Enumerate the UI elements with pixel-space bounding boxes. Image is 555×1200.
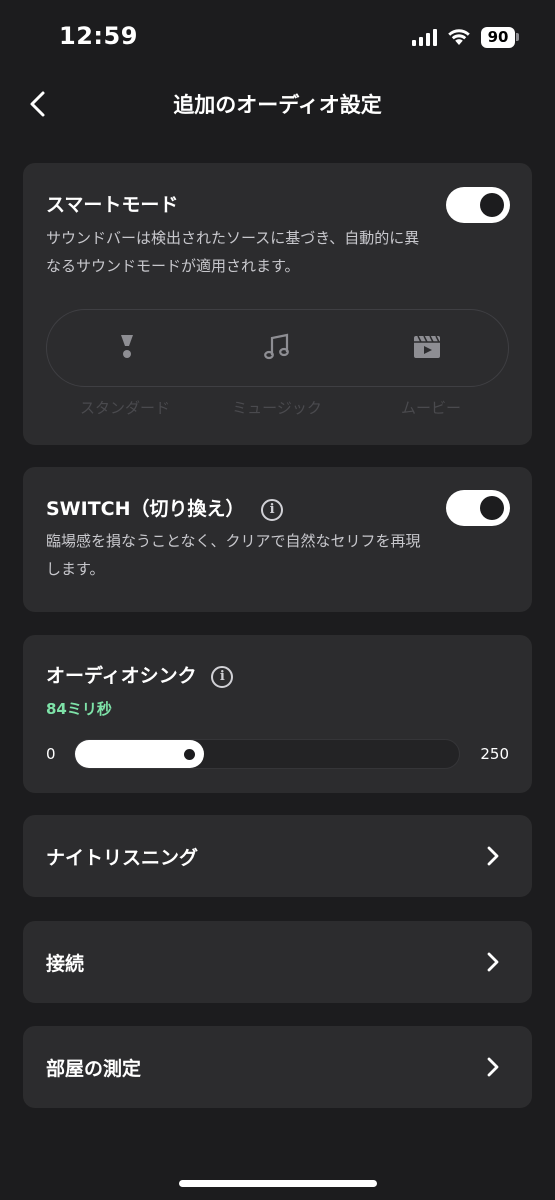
music-note-icon[interactable]: [262, 332, 292, 362]
chevron-right-icon: [487, 846, 499, 866]
toggle-knob: [480, 193, 504, 217]
cellular-signal-icon: [412, 28, 437, 46]
audio-sync-title-row: オーディオシンク i: [46, 661, 234, 688]
switch-title: SWITCH（切り換え）: [46, 498, 245, 520]
mode-label-music: ミュージック: [232, 399, 322, 417]
audio-sync-title: オーディオシンク: [46, 665, 197, 687]
connection-row[interactable]: 接続: [23, 921, 532, 1003]
room-measurement-label: 部屋の測定: [46, 1058, 142, 1080]
slider-min-label: 0: [46, 745, 56, 763]
info-icon[interactable]: i: [261, 498, 284, 521]
smart-mode-card: スマートモード サウンドバーは検出されたソースに基づき、自動的に異なるサウンドモ…: [23, 163, 532, 445]
status-time: 12:59: [59, 22, 138, 50]
wifi-icon: [448, 29, 470, 45]
screen: 12:59 90 追加のオーディオ設定 スマートモード サウンドバーは検出された…: [0, 0, 555, 1200]
smart-mode-toggle[interactable]: [446, 187, 510, 223]
sound-mode-selector: [46, 309, 509, 387]
room-measurement-row[interactable]: 部屋の測定: [23, 1026, 532, 1108]
connection-label: 接続: [46, 953, 85, 975]
status-indicators: 90: [412, 26, 519, 48]
home-indicator: [179, 1180, 377, 1187]
mode-label-standard: スタンダード: [79, 399, 170, 417]
switch-description: 臨場感を損なうことなく、クリアで自然なセリフを再現します。: [46, 532, 421, 578]
switch-card: SWITCH（切り換え） i 臨場感を損なうことなく、クリアで自然なセリフを再現…: [23, 467, 532, 612]
slider-handle[interactable]: [184, 749, 195, 760]
audio-sync-value: 84ミリ秒: [46, 700, 112, 718]
toggle-knob: [480, 496, 504, 520]
chevron-right-icon: [487, 952, 499, 972]
nav-header: 追加のオーディオ設定: [0, 76, 555, 132]
audio-sync-slider[interactable]: [74, 739, 460, 769]
night-listening-label: ナイトリスニング: [46, 847, 199, 869]
status-bar: 12:59 90: [0, 0, 555, 76]
night-listening-row[interactable]: ナイトリスニング: [23, 815, 532, 897]
smart-mode-description: サウンドバーは検出されたソースに基づき、自動的に異なるサウンドモードが適用されま…: [46, 229, 420, 275]
smart-mode-title: スマートモード: [46, 194, 179, 216]
battery-icon: 90: [481, 26, 519, 48]
standard-mode-icon[interactable]: [112, 332, 142, 362]
movie-clapper-icon[interactable]: [412, 332, 442, 362]
slider-max-label: 250: [480, 745, 509, 763]
switch-title-row: SWITCH（切り換え） i: [46, 494, 284, 521]
battery-level: 90: [481, 26, 515, 48]
mode-label-movie: ムービー: [400, 399, 461, 417]
audio-sync-card: オーディオシンク i 84ミリ秒 0 250: [23, 635, 532, 793]
chevron-right-icon: [487, 1057, 499, 1077]
info-icon[interactable]: i: [211, 665, 234, 688]
switch-toggle[interactable]: [446, 490, 510, 526]
page-title: 追加のオーディオ設定: [173, 93, 382, 117]
